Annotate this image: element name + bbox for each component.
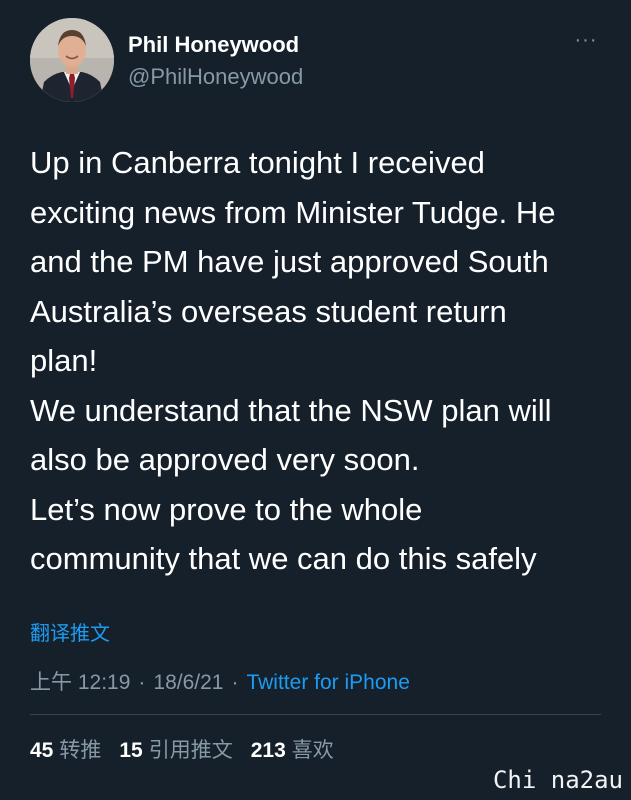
likes-label: 喜欢 [291, 739, 334, 762]
author-name[interactable]: Phil Honeywood [128, 32, 299, 58]
tweet-text-line: plan! [30, 343, 98, 378]
quotes-label: 引用推文 [148, 739, 233, 762]
tweet-text-line: We understand that the NSW plan will [30, 392, 552, 428]
translate-tweet-link[interactable]: 翻译推文 [30, 617, 110, 646]
more-options-icon[interactable]: ··· [566, 28, 606, 52]
tweet-text-line: also be approved very soon. [30, 442, 420, 477]
avatar-photo [30, 18, 114, 102]
tweet-text: Up in Canberra tonight I received exciti… [30, 138, 615, 584]
tweet-stats: 45 转推 15 引用推文 213 喜欢 [30, 734, 352, 764]
tweet-text-line: exciting news from Minister Tudge. He [30, 194, 556, 230]
divider [30, 714, 601, 715]
quotes-stat[interactable]: 15 引用推文 [119, 739, 232, 762]
tweet-time[interactable]: 上午 12:19 [30, 671, 130, 694]
tweet-date[interactable]: 18/6/21 [153, 671, 223, 694]
likes-stat[interactable]: 213 喜欢 [251, 739, 334, 762]
retweets-stat[interactable]: 45 转推 [30, 739, 101, 762]
author-handle[interactable]: @PhilHoneywood [128, 64, 303, 90]
tweet-source-link[interactable]: Twitter for iPhone [246, 671, 409, 694]
watermark: Chi na2au [492, 766, 623, 794]
tweet-text-line: and the PM have just approved South [30, 244, 549, 279]
tweet-text-line: Up in Canberra tonight I received [30, 145, 485, 180]
tweet-metadata: 上午 12:19 · 18/6/21 · Twitter for iPhone [30, 666, 410, 696]
meta-separator: · [138, 671, 146, 694]
retweets-label: 转推 [59, 739, 102, 762]
tweet-text-line: community that we can do this safely [30, 541, 537, 576]
likes-count: 213 [250, 739, 286, 762]
tweet-text-line: Australia’s overseas student return [30, 293, 507, 329]
quotes-count: 15 [119, 739, 143, 762]
avatar[interactable] [30, 18, 114, 102]
tweet-text-line: Let’s now prove to the whole [30, 491, 423, 527]
retweets-count: 45 [30, 739, 54, 762]
meta-separator: · [231, 671, 239, 694]
